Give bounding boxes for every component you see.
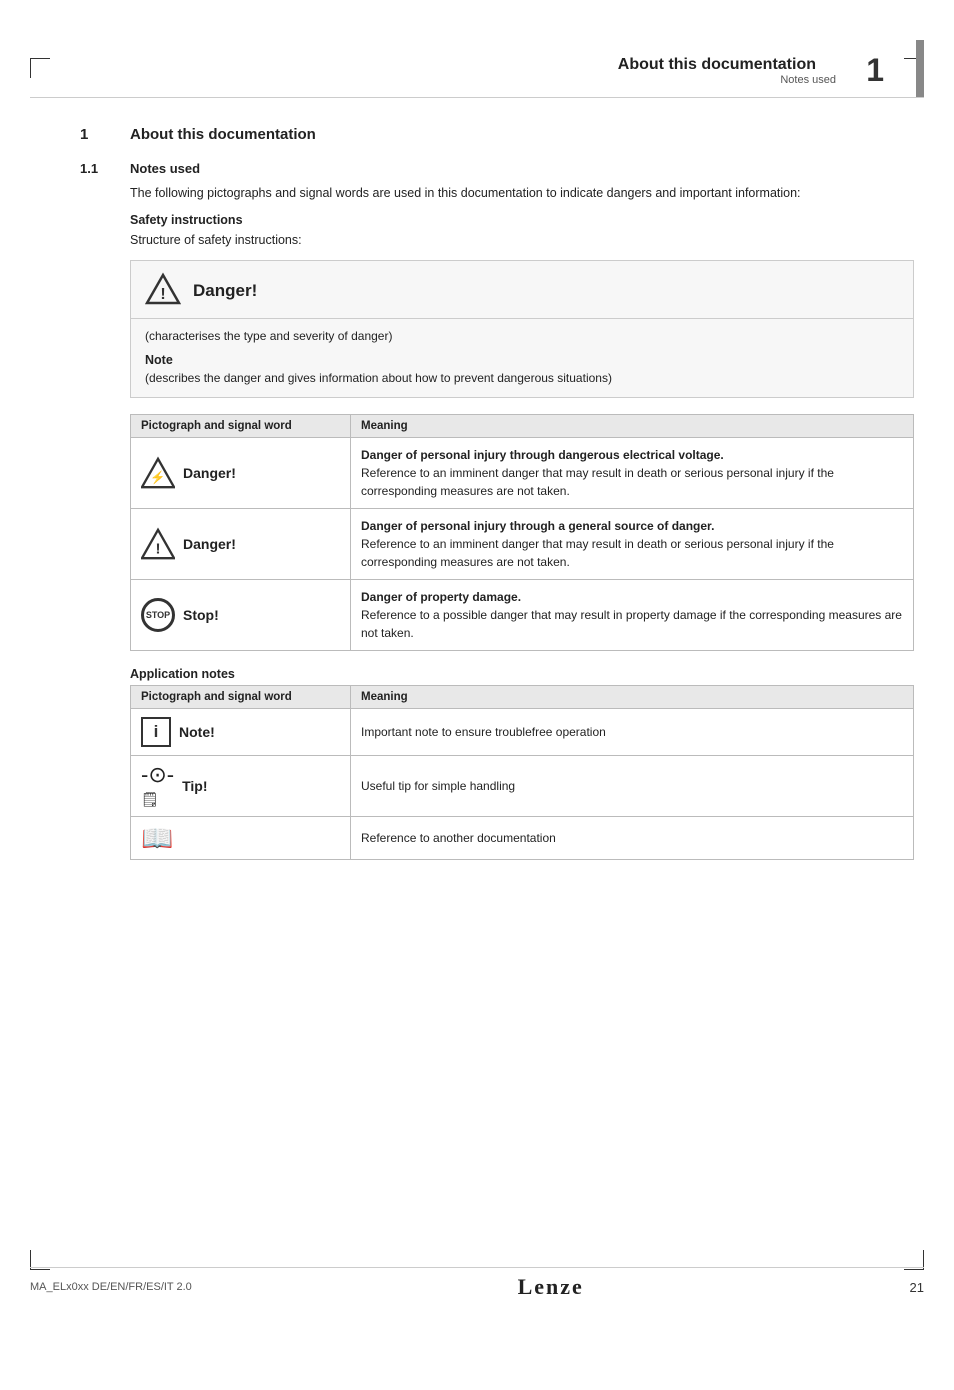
section-number: 1 xyxy=(80,126,110,143)
section-heading: 1 About this documentation xyxy=(80,126,914,143)
header-bar xyxy=(916,40,924,97)
header-subtitle: Notes used xyxy=(618,74,836,86)
table-row: 📖 xyxy=(131,816,351,859)
table-row: i Note! xyxy=(131,708,351,755)
safety-table-col2: Meaning xyxy=(351,414,914,437)
table-row: ⚡ Danger! xyxy=(131,437,351,508)
app-table: Pictograph and signal word Meaning i Not… xyxy=(130,685,914,860)
footer-page-number: 21 xyxy=(910,1280,924,1295)
table-row: ! Danger! xyxy=(131,508,351,579)
app-table-col2: Meaning xyxy=(351,685,914,708)
app-table-col1: Pictograph and signal word xyxy=(131,685,351,708)
page-footer: MA_ELx0xx DE/EN/FR/ES/IT 2.0 Lenze 21 xyxy=(30,1267,924,1300)
svg-text:⚡: ⚡ xyxy=(150,469,165,485)
note-label: Note xyxy=(145,353,899,367)
subsection-heading: 1.1 Notes used xyxy=(80,161,914,176)
char-text: (characterises the type and severity of … xyxy=(145,327,899,345)
structure-label: Structure of safety instructions: xyxy=(130,231,914,250)
safety-box-header: ! Danger! xyxy=(131,261,913,319)
main-content: 1 About this documentation 1.1 Notes use… xyxy=(80,98,914,860)
safety-instructions-label: Safety instructions xyxy=(130,213,914,227)
table-row: Danger of property damage.Reference to a… xyxy=(351,579,914,650)
table-row: Danger of personal injury through a gene… xyxy=(351,508,914,579)
table-row: Useful tip for simple handling xyxy=(351,755,914,816)
table-row: STOP Stop! xyxy=(131,579,351,650)
danger-signal-word: Danger! xyxy=(193,281,257,301)
application-notes-label: Application notes xyxy=(130,667,914,681)
intro-text: The following pictographs and signal wor… xyxy=(130,184,914,203)
subsection-title-text: Notes used xyxy=(130,161,200,176)
table-row: -⊙-🗒 Tip! xyxy=(131,755,351,816)
footer-brand: Lenze xyxy=(518,1274,584,1300)
note-text: (describes the danger and gives informat… xyxy=(145,369,899,387)
section-title-text: About this documentation xyxy=(130,126,316,143)
safety-box-body: (characterises the type and severity of … xyxy=(131,319,913,397)
danger-triangle-icon: ! xyxy=(145,271,181,312)
svg-text:!: ! xyxy=(155,540,160,557)
header-title: About this documentation xyxy=(618,56,816,74)
safety-table-col1: Pictograph and signal word xyxy=(131,414,351,437)
footer-left-text: MA_ELx0xx DE/EN/FR/ES/IT 2.0 xyxy=(30,1281,192,1293)
table-row: Important note to ensure troublefree ope… xyxy=(351,708,914,755)
safety-table: Pictograph and signal word Meaning ⚡ Dan… xyxy=(130,414,914,651)
safety-instruction-box: ! Danger! (characterises the type and se… xyxy=(130,260,914,398)
svg-text:!: ! xyxy=(160,286,165,303)
table-row: Danger of personal injury through danger… xyxy=(351,437,914,508)
header-chapter-number: 1 xyxy=(854,52,884,89)
table-row: Reference to another documentation xyxy=(351,816,914,859)
page-header: About this documentation Notes used 1 xyxy=(30,40,924,98)
subsection-number: 1.1 xyxy=(80,161,110,176)
